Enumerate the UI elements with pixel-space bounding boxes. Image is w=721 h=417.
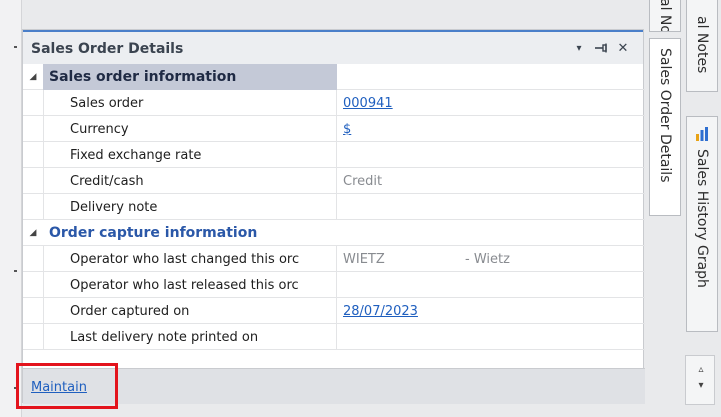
- operator-code: WIETZ: [343, 251, 385, 267]
- collapse-triangle-icon[interactable]: ◢: [23, 220, 43, 246]
- property-label: Currency: [43, 116, 337, 142]
- panel-title: Sales Order Details: [31, 41, 184, 57]
- category-row-sales-order-information[interactable]: ◢ Sales order information: [23, 64, 645, 90]
- category-label: Sales order information: [43, 64, 337, 90]
- property-row-credit-cash[interactable]: Credit/cash Credit: [23, 168, 645, 194]
- tab-scroll-buttons: ▵ ▾: [685, 355, 715, 405]
- property-row-order-captured-on[interactable]: Order captured on 28/07/2023: [23, 298, 645, 324]
- tab-additional-notes[interactable]: al Notes: [649, 0, 681, 32]
- panel-title-bar: Sales Order Details ▾ ✕: [23, 32, 643, 64]
- property-label: Credit/cash: [43, 168, 337, 194]
- property-row-operator-changed[interactable]: Operator who last changed this orc WIETZ…: [23, 246, 645, 272]
- property-label: Last delivery note printed on: [43, 324, 337, 350]
- strip-marker: [14, 270, 17, 272]
- pin-icon[interactable]: [593, 39, 609, 57]
- property-value[interactable]: 28/07/2023: [337, 298, 645, 324]
- property-row-currency[interactable]: Currency $: [23, 116, 645, 142]
- scroll-down-icon[interactable]: ▾: [686, 380, 716, 391]
- sales-order-link[interactable]: 000941: [343, 96, 393, 111]
- property-row-fixed-exchange-rate[interactable]: Fixed exchange rate: [23, 142, 645, 168]
- tab-label: al Notes: [694, 16, 710, 74]
- property-label: Fixed exchange rate: [43, 142, 337, 168]
- property-value[interactable]: [337, 142, 645, 168]
- tab-additional-notes-right[interactable]: al Notes: [686, 0, 718, 92]
- close-icon[interactable]: ✕: [615, 39, 631, 57]
- property-value[interactable]: Credit: [337, 168, 645, 194]
- maintain-highlight: [16, 363, 118, 409]
- property-row-delivery-note[interactable]: Delivery note: [23, 194, 645, 220]
- collapse-triangle-icon[interactable]: ◢: [23, 64, 43, 90]
- tab-sales-order-details[interactable]: Sales Order Details: [649, 38, 681, 216]
- property-label: Delivery note: [43, 194, 337, 220]
- property-row-sales-order[interactable]: Sales order 000941: [23, 90, 645, 116]
- property-value[interactable]: [337, 272, 645, 298]
- left-docked-strip: [0, 0, 22, 417]
- tab-label: Sales History Graph: [694, 149, 710, 288]
- strip-marker: [14, 46, 17, 48]
- property-value[interactable]: WIETZ - Wietz: [337, 246, 645, 272]
- property-label: Operator who last released this orc: [43, 272, 337, 298]
- operator-name: - Wietz: [465, 251, 510, 267]
- currency-link[interactable]: $: [343, 122, 351, 137]
- category-label: Order capture information: [49, 225, 258, 241]
- tab-label: Sales Order Details: [657, 48, 673, 183]
- property-value[interactable]: 000941: [337, 90, 645, 116]
- property-value[interactable]: [337, 324, 645, 350]
- property-row-last-delivery-note[interactable]: Last delivery note printed on: [23, 324, 645, 350]
- property-value[interactable]: $: [337, 116, 645, 142]
- category-row-order-capture-information[interactable]: ◢ Order capture information: [23, 220, 645, 246]
- tab-sales-history-graph[interactable]: Sales History Graph: [686, 116, 718, 332]
- property-label: Operator who last changed this orc: [43, 246, 337, 272]
- sales-order-details-panel: Sales Order Details ▾ ✕ ◢ Sales order in…: [22, 29, 645, 404]
- bar-chart-icon: [695, 127, 709, 145]
- property-value[interactable]: [337, 194, 645, 220]
- property-label: Order captured on: [43, 298, 337, 324]
- order-captured-date-link[interactable]: 28/07/2023: [343, 304, 418, 319]
- tab-label: al Notes: [657, 0, 673, 32]
- scroll-up-icon[interactable]: ▵: [686, 364, 716, 375]
- dropdown-icon[interactable]: ▾: [571, 39, 587, 57]
- property-label: Sales order: [43, 90, 337, 116]
- property-row-operator-released[interactable]: Operator who last released this orc: [23, 272, 645, 298]
